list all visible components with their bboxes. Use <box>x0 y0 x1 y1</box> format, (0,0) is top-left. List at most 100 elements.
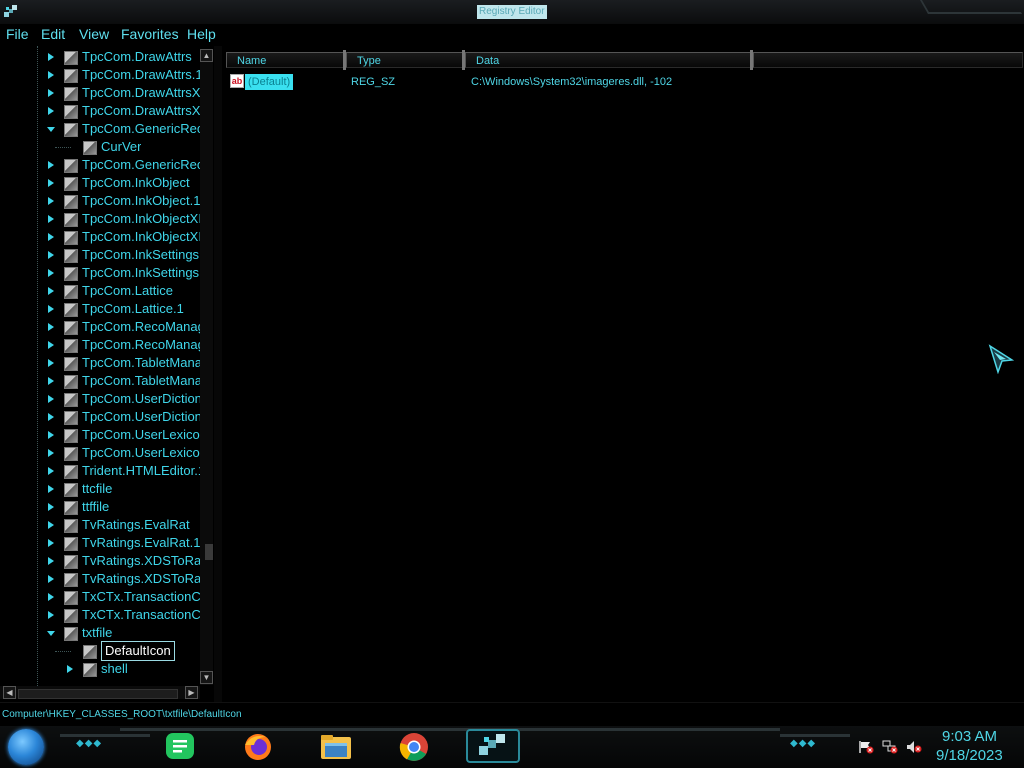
tree-node-label[interactable]: TvRatings.XDSToRat <box>82 570 200 588</box>
tree-node-label[interactable]: TpcCom.Lattice.1 <box>82 300 184 318</box>
tree-node-label[interactable]: TpcCom.InkObject <box>82 174 190 192</box>
tree-node-label[interactable]: TvRatings.EvalRat.1 <box>82 534 200 552</box>
column-header-data[interactable]: Data <box>465 52 751 68</box>
menu-edit[interactable]: Edit <box>41 26 65 42</box>
expand-arrow-icon[interactable] <box>46 484 56 494</box>
start-button[interactable] <box>8 729 44 765</box>
tree-node-label[interactable]: shell <box>101 660 128 678</box>
expand-arrow-icon[interactable] <box>46 52 56 62</box>
tree-node-label[interactable]: TvRatings.XDSToRat <box>82 552 200 570</box>
file-explorer-icon[interactable] <box>318 731 354 763</box>
tree-node[interactable]: TpcCom.DrawAttrs.1 <box>0 66 200 84</box>
expand-arrow-icon[interactable] <box>46 160 56 170</box>
tree-node[interactable]: TpcCom.InkObjectXI <box>0 210 200 228</box>
tree-node[interactable]: TvRatings.XDSToRat <box>0 570 200 588</box>
tree-node[interactable]: TpcCom.Lattice <box>0 282 200 300</box>
expand-arrow-icon[interactable] <box>46 556 56 566</box>
registry-key-tree[interactable]: TpcCom.DrawAttrs TpcCom.DrawAttrs.1 TpcCom… <box>0 46 214 702</box>
tree-node[interactable]: TxCTx.TransactionC <box>0 588 200 606</box>
menu-help[interactable]: Help <box>187 26 216 42</box>
tree-node-label[interactable]: TpcCom.DrawAttrs <box>82 48 192 66</box>
tree-node[interactable]: TpcCom.InkObject.1 <box>0 192 200 210</box>
registry-editor-icon[interactable] <box>3 4 19 20</box>
expand-arrow-icon[interactable] <box>46 466 56 476</box>
tree-node[interactable]: Trident.HTMLEditor.1 <box>0 462 200 480</box>
tree-node[interactable]: TpcCom.TabletMana <box>0 372 200 390</box>
action-center-flag-icon[interactable] <box>858 740 874 754</box>
tree-node[interactable]: TxCTx.TransactionC <box>0 606 200 624</box>
expand-arrow-icon[interactable] <box>46 430 56 440</box>
expand-arrow-icon[interactable] <box>46 520 56 530</box>
expand-arrow-icon[interactable] <box>46 250 56 260</box>
expand-arrow-icon[interactable] <box>46 610 56 620</box>
scroll-right-icon[interactable]: ▶ <box>185 686 198 699</box>
tree-node-label[interactable]: TpcCom.InkObject.1 <box>82 192 200 210</box>
tree-node-label[interactable]: DefaultIcon <box>101 641 175 661</box>
tree-node[interactable]: TpcCom.UserDiction <box>0 408 200 426</box>
tree-node[interactable]: shell <box>0 660 200 678</box>
tree-node-label[interactable]: TpcCom.TabletMana <box>82 372 200 390</box>
value-row[interactable]: ab (Default) REG_SZ C:\Windows\System32\… <box>223 74 1003 92</box>
menu-view[interactable]: View <box>79 26 109 42</box>
expand-arrow-icon[interactable] <box>46 232 56 242</box>
tree-node-label[interactable]: TpcCom.UserDiction <box>82 390 200 408</box>
clock-time[interactable]: 9:03 AM <box>942 728 997 746</box>
expand-arrow-icon[interactable] <box>46 322 56 332</box>
tree-node-label[interactable]: TpcCom.TabletMana <box>82 354 200 372</box>
expand-arrow-icon[interactable] <box>46 412 56 422</box>
tree-node-label[interactable]: TpcCom.UserDiction <box>82 408 200 426</box>
tree-node[interactable]: TpcCom.RecoManag <box>0 336 200 354</box>
tree-node[interactable]: DefaultIcon <box>0 641 200 661</box>
tree-node-label[interactable]: TpcCom.InkObjectXI <box>82 228 200 246</box>
volume-muted-icon[interactable] <box>906 740 922 754</box>
menu-favorites[interactable]: Favorites <box>121 26 179 42</box>
tree-node-label[interactable]: TxCTx.TransactionC <box>82 606 200 624</box>
expand-arrow-icon[interactable] <box>65 664 75 674</box>
scroll-left-icon[interactable]: ◀ <box>3 686 16 699</box>
expand-arrow-icon[interactable] <box>46 88 56 98</box>
expand-arrow-icon[interactable] <box>46 286 56 296</box>
tree-node[interactable]: TpcCom.DrawAttrsX <box>0 84 200 102</box>
tree-node-label[interactable]: TpcCom.RecoManag <box>82 336 200 354</box>
tree-node-label[interactable]: CurVer <box>101 138 141 156</box>
tree-node[interactable]: TvRatings.XDSToRat <box>0 552 200 570</box>
value-name[interactable]: (Default) <box>245 74 294 90</box>
tree-node-label[interactable]: TpcCom.RecoManag <box>82 318 200 336</box>
tree-node-label[interactable]: txtfile <box>82 624 112 642</box>
tree-node[interactable]: TpcCom.InkObject <box>0 174 200 192</box>
tree-node[interactable]: TpcCom.GenericRec <box>0 120 200 138</box>
tree-node[interactable]: TpcCom.DrawAttrs <box>0 48 200 66</box>
scroll-down-icon[interactable]: ▼ <box>200 671 213 684</box>
registry-editor-icon[interactable] <box>475 732 511 760</box>
tree-node[interactable]: TpcCom.UserLexico <box>0 444 200 462</box>
expand-arrow-icon[interactable] <box>46 358 56 368</box>
clock-date[interactable]: 9/18/2023 <box>936 747 1003 765</box>
tree-node[interactable]: TpcCom.UserDiction <box>0 390 200 408</box>
tree-node[interactable]: TvRatings.EvalRat <box>0 516 200 534</box>
collapse-arrow-icon[interactable] <box>46 628 56 638</box>
tree-node-label[interactable]: TpcCom.DrawAttrsX <box>82 102 200 120</box>
tree-node[interactable]: TpcCom.TabletMana <box>0 354 200 372</box>
tree-vertical-scroll-thumb[interactable] <box>205 544 213 560</box>
tree-node-label[interactable]: TpcCom.InkSettings <box>82 264 199 282</box>
tree-node-label[interactable]: Trident.HTMLEditor.1 <box>82 462 200 480</box>
expand-arrow-icon[interactable] <box>46 106 56 116</box>
expand-arrow-icon[interactable] <box>46 196 56 206</box>
collapse-arrow-icon[interactable] <box>46 124 56 134</box>
expand-arrow-icon[interactable] <box>46 448 56 458</box>
tree-node[interactable]: ttcfile <box>0 480 200 498</box>
tree-node-label[interactable]: TxCTx.TransactionC <box>82 588 200 606</box>
tree-node-label[interactable]: ttffile <box>82 498 109 516</box>
menu-file[interactable]: File <box>6 26 29 42</box>
tree-node-label[interactable]: TpcCom.UserLexico <box>82 426 200 444</box>
tree-node[interactable]: CurVer <box>0 138 200 156</box>
tree-node[interactable]: TvRatings.EvalRat.1 <box>0 534 200 552</box>
tree-node-label[interactable]: TpcCom.Lattice <box>82 282 173 300</box>
tree-node-label[interactable]: TpcCom.InkSettings <box>82 246 199 264</box>
tree-node[interactable]: TpcCom.Lattice.1 <box>0 300 200 318</box>
tree-node[interactable]: TpcCom.InkSettings <box>0 264 200 282</box>
tree-node[interactable]: TpcCom.DrawAttrsX <box>0 102 200 120</box>
tree-node-label[interactable]: ttcfile <box>82 480 112 498</box>
notes-app-icon[interactable] <box>162 731 198 763</box>
tree-node[interactable]: TpcCom.UserLexico <box>0 426 200 444</box>
